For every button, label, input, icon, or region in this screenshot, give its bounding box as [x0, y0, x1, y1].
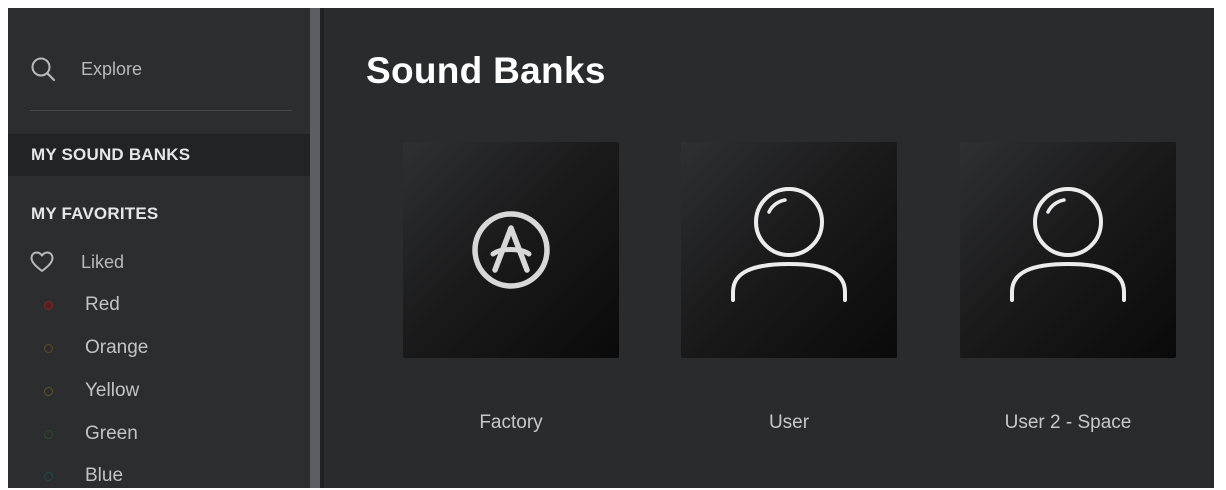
color-label: Green [85, 423, 138, 444]
color-label: Yellow [85, 380, 140, 401]
sidebar-item-orange[interactable]: Orange [44, 334, 148, 362]
sidebar-item-red[interactable]: Red [44, 291, 120, 319]
liked-label: Liked [81, 251, 125, 272]
sidebar-item-blue[interactable]: Blue [44, 462, 123, 488]
sidebar: Explore MY SOUND BANKS MY FAVORITES Like… [8, 8, 310, 488]
color-label: Red [85, 294, 120, 315]
explore-search[interactable]: Explore [30, 52, 290, 86]
sidebar-divider [30, 110, 292, 111]
search-icon [30, 56, 56, 82]
red-dot-icon [44, 300, 53, 310]
sidebar-item-green[interactable]: Green [44, 420, 138, 448]
sound-bank-label: Factory [479, 412, 543, 433]
sidebar-item-label: MY SOUND BANKS [31, 145, 191, 164]
sound-bank-factory[interactable] [403, 142, 619, 358]
orange-dot-icon [44, 343, 53, 353]
sound-bank-user[interactable] [681, 142, 897, 358]
arturia-logo-icon [469, 208, 553, 292]
color-label: Orange [85, 337, 149, 358]
my-favorites-heading: MY FAVORITES [31, 204, 159, 223]
sidebar-item-yellow[interactable]: Yellow [44, 377, 139, 405]
green-dot-icon [44, 429, 53, 439]
user-icon [1004, 186, 1132, 314]
page-title: Sound Banks [366, 50, 606, 91]
sidebar-item-my-sound-banks[interactable]: MY SOUND BANKS [8, 134, 310, 176]
blue-dot-icon [44, 471, 53, 481]
explore-label: Explore [81, 58, 143, 79]
sound-bank-label: User 2 - Space [1004, 412, 1132, 433]
sidebar-item-liked[interactable]: Liked [30, 248, 124, 276]
yellow-dot-icon [44, 386, 53, 396]
color-label: Blue [85, 465, 124, 486]
heart-icon [30, 251, 54, 273]
sound-bank-label: User [768, 412, 810, 433]
app-window: Explore MY SOUND BANKS MY FAVORITES Like… [8, 8, 1214, 488]
sidebar-resize-handle[interactable] [310, 8, 320, 488]
user-icon [725, 186, 853, 314]
sound-bank-user-2-space[interactable] [960, 142, 1176, 358]
main-panel: Sound Banks Factory User User 2 - Space [324, 8, 1214, 488]
